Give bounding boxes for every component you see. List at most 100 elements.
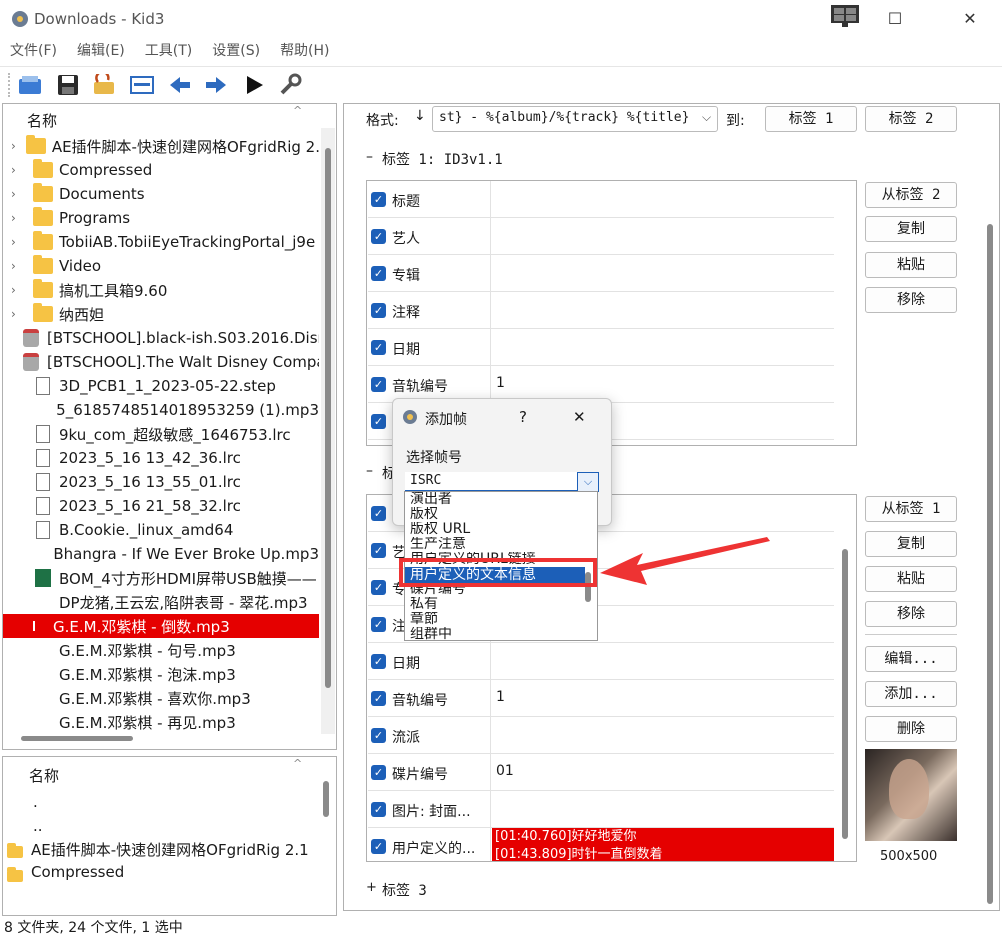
frame-option[interactable]: 版权 URL [405, 522, 585, 536]
tree-v-scrollbar[interactable] [321, 128, 335, 734]
tree-item[interactable]: 2023_5_16 13_42_36.lrc [3, 446, 319, 470]
frame-option[interactable]: 版权 [405, 507, 585, 521]
maximize-button[interactable]: ☐ [875, 6, 915, 32]
menu-settings[interactable]: 设置(S) [212, 40, 260, 60]
tree-item[interactable]: G.E.M.邓紫棋 - 泡沫.mp3 [3, 662, 319, 686]
help-button[interactable]: ? [519, 408, 527, 426]
tree-item[interactable]: BOM_4寸方形HDMI屏带USB触摸—— [3, 566, 319, 590]
previous-icon[interactable] [166, 71, 194, 99]
sort-up-icon[interactable]: ^ [293, 757, 302, 770]
main-v-thumb[interactable] [987, 224, 993, 904]
dialog-close-button[interactable]: ✕ [573, 408, 586, 426]
tag2-remove-button[interactable]: 移除 [865, 601, 957, 627]
tree-item[interactable]: › Documents [3, 182, 319, 206]
close-button[interactable]: ✕ [950, 6, 990, 32]
tree-item[interactable]: DP龙猪,王云宏,陷阱表哥 - 翠花.mp3 [3, 590, 319, 614]
frame-row[interactable]: ✓ 日期 [368, 329, 834, 366]
chevron-down-icon[interactable]: ⌵ [702, 110, 711, 125]
settings-panel-icon[interactable] [128, 71, 156, 99]
tag1-remove-button[interactable]: 移除 [865, 287, 957, 313]
edit-frame-button[interactable]: 编辑... [865, 646, 957, 672]
list-item[interactable]: AE插件脚本-快速创建网格OFgridRig 2.1 [31, 839, 309, 860]
tag2-paste-button[interactable]: 粘贴 [865, 566, 957, 592]
tag2-v-thumb[interactable] [842, 549, 848, 839]
frame-value[interactable]: 1 [496, 689, 505, 705]
tree-item[interactable]: 3D_PCB1_1_2023-05-22.step [3, 374, 319, 398]
tag2-copy-button[interactable]: 复制 [865, 531, 957, 557]
frame-select[interactable]: ISRC [405, 472, 599, 492]
tree-item[interactable]: › 纳西妲 [3, 302, 319, 326]
menu-edit[interactable]: 编辑(E) [77, 40, 125, 60]
tree-item[interactable]: › Compressed [3, 158, 319, 182]
tag1-copy-button[interactable]: 复制 [865, 216, 957, 242]
frame-option[interactable]: 组群中 [405, 627, 585, 640]
menu-file[interactable]: 文件(F) [10, 40, 57, 60]
frame-option[interactable]: 用户定义的文本信息 [405, 567, 585, 583]
wrench-icon[interactable] [276, 71, 304, 99]
expand-chevron-icon[interactable]: › [11, 139, 16, 153]
delete-frame-button[interactable]: 删除 [865, 716, 957, 742]
dirlist-header-name[interactable]: 名称 [29, 765, 59, 786]
play-icon[interactable] [240, 71, 268, 99]
tree-item[interactable]: › Video [3, 254, 319, 278]
add-frame-button[interactable]: 添加... [865, 681, 957, 707]
lyrics-value[interactable]: [01:40.760]好好地爱你 [01:43.809]时针一直倒数着 [492, 828, 834, 861]
frame-row[interactable]: ✓ 艺人 [368, 218, 834, 255]
tree-item[interactable]: B.Cookie._linux_amd64 [3, 518, 319, 542]
frame-checkbox[interactable]: ✓ [371, 340, 386, 355]
tag1-paste-button[interactable]: 粘贴 [865, 252, 957, 278]
frame-option[interactable]: 私有 [405, 597, 585, 611]
frame-checkbox[interactable]: ✓ [371, 303, 386, 318]
tree-v-thumb[interactable] [325, 148, 331, 688]
tag3-expand-icon[interactable]: + [366, 880, 377, 895]
cover-art-image[interactable] [865, 749, 957, 841]
expand-chevron-icon[interactable]: › [11, 211, 23, 225]
frame-checkbox[interactable]: ✓ [371, 691, 386, 706]
tree-item[interactable]: › Programs [3, 206, 319, 230]
frame-checkbox[interactable]: ✓ [371, 728, 386, 743]
from-tag2-button[interactable]: 从标签 2 [865, 182, 957, 208]
frame-row[interactable]: ✓ 标题 [368, 181, 834, 218]
frame-row[interactable]: ✓ 流派 [368, 717, 834, 754]
tree-item[interactable]: › 搞机工具箱9.60 [3, 278, 319, 302]
to-tag1-button[interactable]: 标签 1 [765, 106, 857, 132]
frame-checkbox[interactable]: ✓ [371, 765, 386, 780]
frame-row[interactable]: ✓ 图片: 封面... [368, 791, 834, 828]
frame-value[interactable]: 01 [496, 763, 514, 779]
frame-option[interactable]: 章節 [405, 612, 585, 626]
tag1-collapse-icon[interactable]: – [366, 149, 373, 165]
frame-checkbox[interactable]: ✓ [371, 229, 386, 244]
frame-row[interactable]: ✓ 注释 [368, 292, 834, 329]
frame-row[interactable]: ✓ 日期 [368, 643, 834, 680]
save-icon[interactable] [54, 71, 82, 99]
expand-chevron-icon[interactable]: › [11, 283, 23, 297]
list-item[interactable]: Compressed [31, 863, 124, 881]
menu-tools[interactable]: 工具(T) [145, 40, 192, 60]
tree-item[interactable]: Bhangra - If We Ever Broke Up.mp3 [3, 542, 319, 566]
frame-value[interactable]: 1 [496, 375, 505, 391]
revert-icon[interactable] [90, 71, 118, 99]
frame-row[interactable]: ✓ 音轨编号 1 [368, 680, 834, 717]
monitor-icon[interactable] [830, 4, 860, 28]
frame-row[interactable]: ✓ 专辑 [368, 255, 834, 292]
tree-item[interactable]: 2023_5_16 13_55_01.lrc [3, 470, 319, 494]
tree-item[interactable]: [BTSCHOOL].The Walt Disney Company [3, 350, 319, 374]
from-tag1-button[interactable]: 从标签 1 [865, 496, 957, 522]
tag3-heading[interactable]: 标签 3 [382, 880, 427, 900]
frame-checkbox[interactable]: ✓ [371, 377, 386, 392]
frame-checkbox[interactable]: ✓ [371, 802, 386, 817]
frame-checkbox[interactable]: ✓ [371, 654, 386, 669]
tree-item[interactable]: › TobiiAB.TobiiEyeTrackingPortal_j9e [3, 230, 319, 254]
list-item[interactable]: . [33, 793, 38, 811]
menu-help[interactable]: 帮助(H) [280, 40, 329, 60]
frame-checkbox[interactable]: ✓ [371, 839, 386, 854]
tree-item[interactable]: G.E.M.邓紫棋 - 倒数.mp3 [3, 614, 319, 638]
tree-item[interactable]: G.E.M.邓紫棋 - 句号.mp3 [3, 638, 319, 662]
frame-row[interactable]: ✓ 用户定义的... [01:40.760]好好地爱你 [01:43.809]时针一直… [368, 828, 834, 861]
tree-item[interactable]: 2023_5_16 21_58_32.lrc [3, 494, 319, 518]
to-tag2-button[interactable]: 标签 2 [865, 106, 957, 132]
tree-item[interactable]: 5_6185748514018953259 (1).mp3 [3, 398, 319, 422]
frame-checkbox[interactable]: ✓ [371, 543, 386, 558]
frame-checkbox[interactable]: ✓ [371, 266, 386, 281]
expand-chevron-icon[interactable]: › [11, 307, 23, 321]
